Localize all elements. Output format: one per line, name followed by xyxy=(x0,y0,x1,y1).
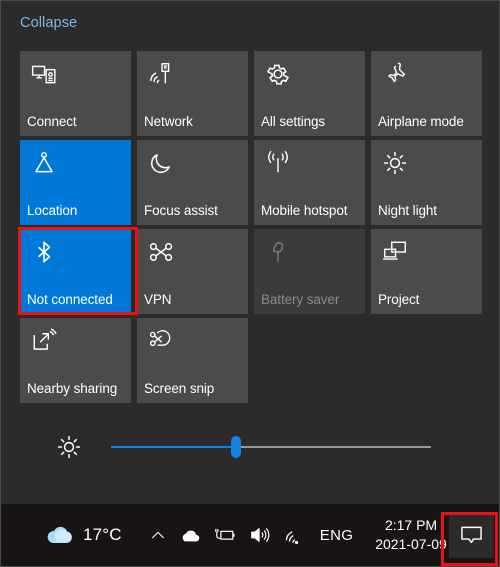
quick-action-tile-location[interactable]: Location xyxy=(20,140,131,225)
screen-snip-icon xyxy=(148,328,174,354)
quick-action-label: VPN xyxy=(144,292,172,307)
project-icon xyxy=(382,239,408,265)
quick-action-tile-empty xyxy=(254,318,365,403)
slider-fill xyxy=(111,446,236,448)
clock[interactable]: 2:17 PM 2021-07-09 xyxy=(375,516,447,554)
brightness-icon xyxy=(56,434,82,460)
quick-action-tile-connect[interactable]: Connect xyxy=(20,51,131,136)
action-center-button[interactable] xyxy=(449,513,494,558)
battery-leaf-icon xyxy=(265,239,291,265)
collapse-link[interactable]: Collapse xyxy=(20,16,77,31)
quick-action-tile-mobile-hotspot[interactable]: Mobile hotspot xyxy=(254,140,365,225)
connect-icon xyxy=(31,61,57,87)
quick-action-tile-airplane-mode[interactable]: Airplane mode xyxy=(371,51,482,136)
language-indicator[interactable]: ENG xyxy=(320,527,353,544)
quick-action-label: Nearby sharing xyxy=(27,381,118,396)
quick-action-tile-network[interactable]: Network xyxy=(137,51,248,136)
quick-action-label: Screen snip xyxy=(144,381,215,396)
quick-action-tile-project[interactable]: Project xyxy=(371,229,482,314)
quick-action-tile-all-settings[interactable]: All settings xyxy=(254,51,365,136)
weather-widget[interactable]: 17°C xyxy=(45,520,122,550)
clock-time: 2:17 PM xyxy=(384,517,438,533)
quick-action-tile-bluetooth[interactable]: Not connected xyxy=(20,229,131,314)
action-center-flyout: Collapse Connect Network All settings Ai… xyxy=(1,1,499,506)
quick-action-label: Project xyxy=(378,292,420,307)
moon-icon xyxy=(148,150,174,176)
quick-action-tile-nearby-sharing[interactable]: Nearby sharing xyxy=(20,318,131,403)
brightness-slider[interactable] xyxy=(111,435,431,459)
quick-action-label: Night light xyxy=(378,203,437,218)
quick-action-label: Connect xyxy=(27,114,77,129)
bluetooth-icon xyxy=(31,239,57,265)
slider-thumb[interactable] xyxy=(230,436,241,458)
quick-action-label: Mobile hotspot xyxy=(261,203,348,218)
location-icon xyxy=(31,150,57,176)
onedrive-cloud-icon[interactable] xyxy=(179,524,201,546)
quick-action-tile-battery-saver: Battery saver xyxy=(254,229,365,314)
quick-action-tile-night-light[interactable]: Night light xyxy=(371,140,482,225)
quick-action-label: All settings xyxy=(261,114,326,129)
chevron-up-icon[interactable] xyxy=(150,527,166,543)
screen: Collapse Connect Network All settings Ai… xyxy=(0,0,500,567)
brightness-row xyxy=(20,421,482,473)
nearby-sharing-icon xyxy=(31,328,57,354)
network-icon xyxy=(148,61,174,87)
quick-action-label: Focus assist xyxy=(144,203,218,218)
sun-icon xyxy=(382,150,408,176)
speaker-icon[interactable] xyxy=(249,524,271,546)
cloud-icon xyxy=(45,520,75,550)
airplane-icon xyxy=(382,61,408,87)
quick-action-tile-vpn[interactable]: VPN xyxy=(137,229,248,314)
hotspot-icon xyxy=(265,150,291,176)
wifi-icon[interactable] xyxy=(284,524,306,546)
vpn-icon xyxy=(148,239,174,265)
quick-action-tile-focus-assist[interactable]: Focus assist xyxy=(137,140,248,225)
quick-action-label: Not connected xyxy=(27,292,113,307)
quick-action-tile-empty xyxy=(371,318,482,403)
quick-action-label: Location xyxy=(27,203,78,218)
quick-action-label: Battery saver xyxy=(261,292,340,307)
quick-action-label: Network xyxy=(144,114,193,129)
quick-actions-grid: Connect Network All settings Airplane mo… xyxy=(20,51,482,403)
quick-action-tile-screen-snip[interactable]: Screen snip xyxy=(137,318,248,403)
weather-temperature: 17°C xyxy=(83,525,122,544)
quick-action-label: Airplane mode xyxy=(378,114,464,129)
clock-date: 2021-07-09 xyxy=(375,536,447,552)
gear-icon xyxy=(265,61,291,87)
battery-charging-icon[interactable] xyxy=(214,524,236,546)
speech-bubble-icon xyxy=(459,523,484,548)
system-tray xyxy=(150,524,306,546)
collapse-row: Collapse xyxy=(20,9,77,37)
taskbar: 17°C ENG 2:17 PM 2021-07-09 xyxy=(1,504,499,566)
